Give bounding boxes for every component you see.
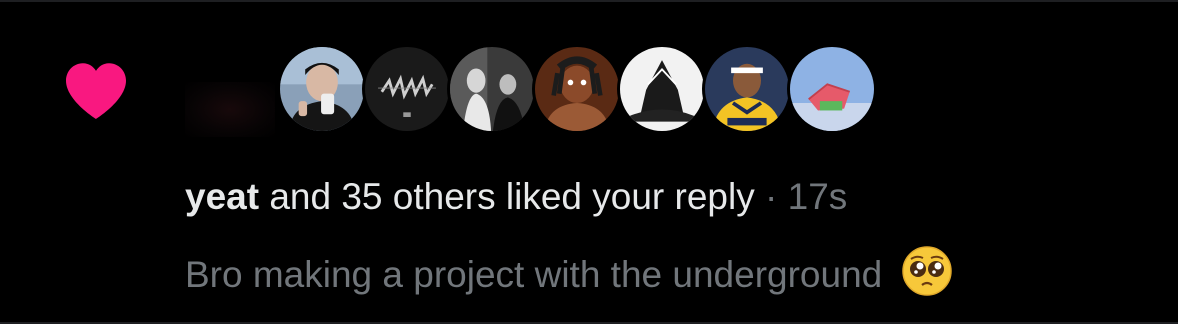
avatar-logo[interactable]: [362, 44, 452, 134]
avatar-patrick[interactable]: [787, 44, 877, 134]
avatar-yeat[interactable]: [277, 44, 367, 134]
liker-avatars: [277, 44, 877, 138]
pleading-face-emoji: [901, 246, 952, 296]
reply-preview-text: Bro making a project with the undergroun…: [185, 254, 883, 295]
avatar-art[interactable]: [617, 44, 707, 134]
reply-preview[interactable]: Bro making a project with the undergroun…: [185, 245, 953, 303]
liker-username[interactable]: yeat: [185, 176, 259, 217]
avatar-indiana[interactable]: [702, 44, 792, 134]
separator-dot: ·: [754, 176, 788, 217]
faded-avatar-shadow: [185, 82, 275, 137]
avatar-bw-photo[interactable]: [447, 44, 537, 134]
avatar-dreads[interactable]: [532, 44, 622, 134]
like-action-text: and 35 others liked your reply: [259, 176, 755, 217]
notification-headline: yeat and 35 others liked your reply · 17…: [185, 169, 847, 225]
heart-icon: [66, 63, 126, 119]
timestamp: 17s: [787, 176, 848, 217]
like-notification[interactable]: yeat and 35 others liked your reply · 17…: [0, 0, 1178, 324]
